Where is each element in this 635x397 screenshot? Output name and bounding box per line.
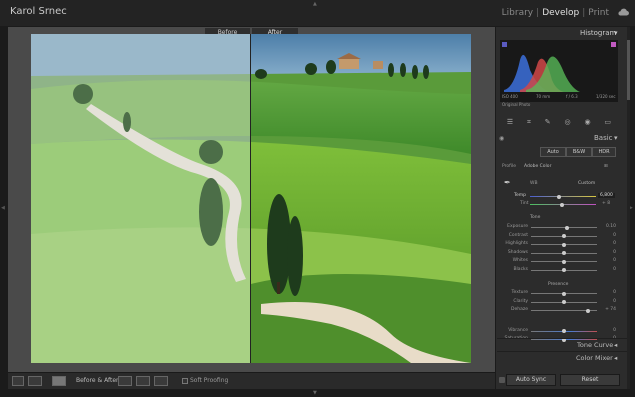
- tone-curve-expand-icon[interactable]: ◂: [614, 341, 617, 349]
- tone-slider-label: Whites: [512, 258, 528, 263]
- module-separator: |: [536, 8, 540, 18]
- photo-preview[interactable]: [31, 34, 471, 363]
- white-balance-picker-icon[interactable]: ✒: [504, 178, 511, 187]
- presence-slider-value: 0: [613, 327, 616, 333]
- tone-slider-label: Highlights: [505, 241, 528, 246]
- tone-slider-knob[interactable]: [562, 251, 566, 255]
- module-separator: |: [582, 8, 586, 18]
- temp-label: Temp: [514, 193, 526, 198]
- auto-sync-button[interactable]: Auto Sync: [506, 374, 556, 386]
- soft-proofing-label: Soft Proofing: [190, 377, 229, 384]
- swap-before-after-button[interactable]: [118, 376, 132, 386]
- panel-divider: [497, 338, 627, 339]
- module-develop[interactable]: Develop: [542, 8, 579, 18]
- presence-slider-label: Vibrance: [508, 327, 528, 333]
- healing-icon[interactable]: ✎: [545, 118, 551, 126]
- loupe-view-button[interactable]: [12, 376, 24, 386]
- tint-label: Tint: [520, 201, 529, 206]
- tint-slider-knob[interactable]: [560, 202, 564, 207]
- left-panel-toggle-icon[interactable]: ◀: [1, 205, 5, 211]
- presence-section-title: Presence: [548, 282, 569, 287]
- histogram-title[interactable]: Histogram: [580, 29, 616, 37]
- edit-sliders-icon[interactable]: ☰: [507, 118, 513, 126]
- tone-slider-label: Shadows: [507, 249, 528, 255]
- top-panel-toggle-icon[interactable]: ▲: [313, 1, 317, 7]
- tone-slider-value: 0: [613, 232, 616, 238]
- presence-slider-label: Clarity: [513, 298, 528, 304]
- presence-slider-knob[interactable]: [562, 291, 566, 296]
- tone-curve-panel-title[interactable]: Tone Curve: [577, 341, 613, 349]
- panel-scrollbar-thumb[interactable]: [627, 40, 630, 100]
- presence-slider-value: + 74: [605, 307, 616, 312]
- presence-slider-value: 0: [613, 298, 616, 304]
- tone-slider-value: 0: [613, 266, 616, 272]
- treatment-color-button[interactable]: Auto: [540, 147, 566, 157]
- tone-slider-value: 0: [613, 258, 616, 263]
- histogram-iso: ISO 400: [502, 94, 518, 99]
- xy-view-button[interactable]: [28, 376, 42, 386]
- tone-slider-track[interactable]: [531, 227, 597, 228]
- treatment-bw-button[interactable]: B&W: [566, 147, 592, 157]
- cloud-icon[interactable]: [617, 8, 629, 16]
- panel-divider: [497, 351, 627, 352]
- histogram-shutter: 1/320 sec: [596, 94, 616, 99]
- tone-slider-value: 0: [613, 241, 616, 246]
- module-picker: Library | Develop | Print: [502, 8, 609, 18]
- tone-slider-label: Exposure: [507, 224, 528, 229]
- tone-slider-knob[interactable]: [562, 242, 566, 247]
- profile-select[interactable]: Adobe Color: [524, 164, 551, 169]
- graduated-filter-icon[interactable]: ▭: [604, 118, 611, 126]
- presence-slider-label: Dehaze: [511, 307, 528, 312]
- basic-collapse-icon[interactable]: ▾: [614, 134, 618, 142]
- soft-proofing-checkbox[interactable]: [182, 378, 188, 384]
- masking-icon[interactable]: ◉: [584, 118, 590, 126]
- basic-panel-title[interactable]: Basic: [594, 134, 613, 142]
- tint-value: + 8: [602, 201, 611, 206]
- tone-slider-knob[interactable]: [562, 234, 566, 238]
- before-after-divider: [250, 34, 251, 363]
- tool-strip: ☰ ⌗ ✎ ◎ ◉ ▭: [500, 114, 618, 130]
- hdr-button[interactable]: HDR: [592, 147, 616, 157]
- red-eye-icon[interactable]: ◎: [565, 118, 571, 126]
- presence-slider-knob[interactable]: [562, 300, 566, 304]
- histogram-focal-length: 70 mm: [536, 94, 551, 99]
- sync-switch[interactable]: [499, 377, 505, 383]
- copy-after-before-button[interactable]: [154, 376, 168, 386]
- bottom-panel-toggle-icon[interactable]: ▼: [313, 390, 317, 396]
- eye-toggle-icon[interactable]: ◉: [499, 135, 504, 142]
- tone-slider-label: Contrast: [508, 232, 528, 238]
- profile-label: Profile: [502, 164, 516, 169]
- wb-label: WB: [530, 181, 538, 186]
- color-mixer-panel-title[interactable]: Color Mixer: [576, 354, 613, 362]
- copy-before-after-button[interactable]: [136, 376, 150, 386]
- temp-slider-knob[interactable]: [557, 194, 561, 199]
- original-photo-label: Original Photo: [502, 102, 531, 107]
- crop-icon[interactable]: ⌗: [527, 118, 531, 127]
- tone-slider-knob[interactable]: [562, 259, 566, 264]
- tone-slider-label: Blacks: [513, 266, 528, 272]
- presence-slider-value: 0: [613, 290, 616, 295]
- module-print[interactable]: Print: [588, 8, 609, 18]
- tone-slider-knob[interactable]: [562, 268, 566, 272]
- tone-slider-knob[interactable]: [565, 225, 570, 230]
- color-mixer-expand-icon[interactable]: ◂: [614, 354, 617, 362]
- temp-value[interactable]: 6,800: [598, 193, 615, 198]
- temp-slider-track[interactable]: [530, 196, 596, 197]
- tone-slider-value: 0: [613, 249, 616, 255]
- reset-button[interactable]: Reset: [560, 374, 620, 386]
- histogram-aperture: f / 6.3: [566, 94, 578, 99]
- tone-section-title: Tone: [530, 215, 541, 220]
- view-toolbar: Before & After Soft Proofing: [8, 372, 495, 389]
- wb-select[interactable]: Custom: [578, 181, 595, 186]
- module-library[interactable]: Library: [502, 8, 533, 18]
- profile-browser-icon[interactable]: ⊞: [604, 164, 608, 169]
- before-after-view-button[interactable]: [52, 376, 66, 386]
- tone-slider-value: 0.10: [605, 224, 616, 229]
- identity-plate: Karol Srnec: [10, 6, 67, 17]
- histogram-collapse-icon[interactable]: ▾: [614, 29, 618, 37]
- view-mode-label: Before & After: [76, 377, 119, 384]
- histogram-chart: [500, 40, 618, 102]
- presence-slider-label: Texture: [511, 290, 528, 295]
- presence-slider-knob[interactable]: [562, 329, 566, 333]
